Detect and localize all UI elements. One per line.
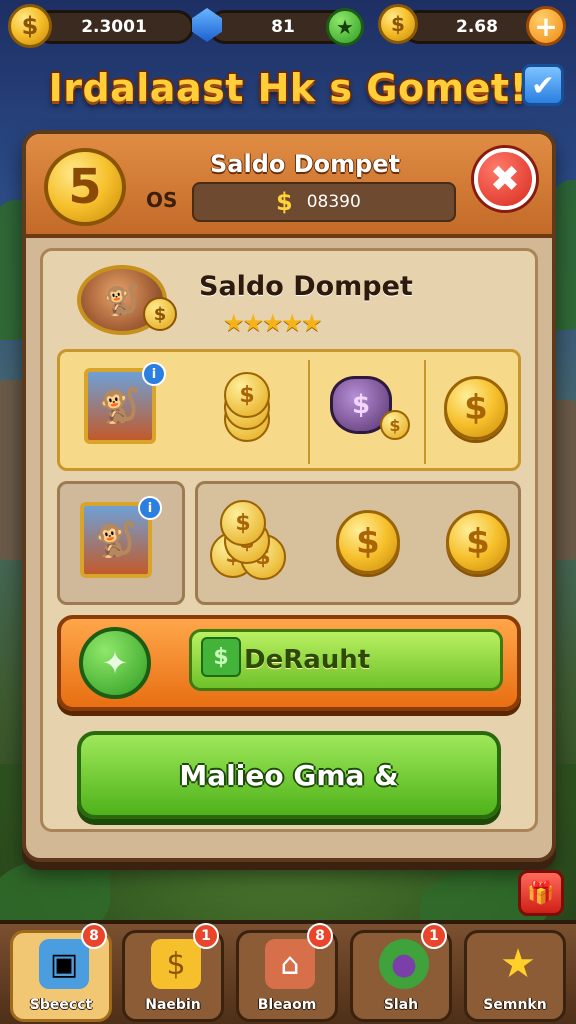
- wallet-content: 🐒 $ Saldo Dompet ★★★★★ 🐒 i $ $ $ $ $ $ 🐒…: [40, 248, 538, 832]
- star-icon[interactable]: ★: [326, 8, 364, 46]
- divider: [424, 360, 426, 464]
- nav-item-rank[interactable]: ★ Semnkn: [464, 930, 566, 1022]
- close-button[interactable]: ✖: [474, 148, 536, 210]
- coin-slots: $ $ $ $ $ $: [195, 481, 521, 605]
- checkmark-icon: ✔: [531, 68, 555, 102]
- coin-icon[interactable]: $: [336, 510, 400, 574]
- top-resource-bar: 2.3001 $ 81 ★ 2.68 $ +: [8, 4, 568, 48]
- info-badge-icon: i: [138, 496, 162, 520]
- nav-item-orb[interactable]: ● 1 Slah: [350, 923, 452, 1022]
- close-icon: ✖: [489, 158, 521, 200]
- coin-icon: $: [143, 297, 177, 331]
- nav-badge: 8: [307, 923, 333, 949]
- coin-icon: $: [220, 500, 266, 546]
- deposit-label: DeRauht: [244, 645, 371, 675]
- banner-title: Irdalaast Hk s Gomet!: [48, 66, 528, 110]
- play-label: Malieo Gma &: [179, 758, 399, 792]
- chest-icon: ▣: [39, 939, 89, 989]
- add-currency-button[interactable]: +: [526, 6, 566, 46]
- panel-title: Saldo Dompet: [210, 150, 401, 178]
- gift-icon: 🎁: [527, 880, 555, 906]
- balance-field: $ 08390: [192, 182, 456, 222]
- gift-button[interactable]: 🎁: [518, 870, 564, 916]
- nav-badge: 8: [81, 923, 107, 949]
- rating-stars: ★★★★★: [223, 309, 323, 337]
- bottom-navigation: ▣ 8 Sbeecct $ 1 Naebin ⌂ 8 Bleaom ● 1 Sl…: [0, 920, 576, 1024]
- divider: [308, 360, 310, 464]
- nav-badge: 1: [421, 923, 447, 949]
- gift-icon: ✦: [79, 627, 151, 699]
- nav-label: Bleaom: [257, 997, 317, 1013]
- reward-row-1: 🐒 i $ $ $ $ $ $: [57, 349, 521, 471]
- play-button[interactable]: Malieo Gma &: [77, 731, 501, 819]
- nav-label: Semnkn: [483, 997, 547, 1013]
- nav-label: Naebin: [145, 997, 201, 1013]
- nav-item-coins[interactable]: $ 1 Naebin: [122, 923, 224, 1022]
- nav-badge: 1: [193, 923, 219, 949]
- coin-badge-icon: 5: [44, 148, 126, 226]
- cash-icon: $: [201, 637, 241, 677]
- coin-icon: $: [378, 4, 418, 44]
- coins-counter: 2.3001: [34, 10, 194, 44]
- info-badge-icon: i: [142, 362, 166, 386]
- coin-stack-icon: $: [151, 939, 201, 989]
- nav-item-home[interactable]: ⌂ 8 Bleaom: [236, 923, 338, 1022]
- coin-icon[interactable]: $: [444, 376, 508, 440]
- currency-icon: $: [276, 188, 293, 216]
- deposit-button[interactable]: DeRauht $ ✦: [57, 615, 521, 711]
- nav-item-shop[interactable]: ▣ 8 Sbeecct: [10, 923, 112, 1022]
- coin-icon[interactable]: $: [446, 510, 510, 574]
- coin-icon: $: [224, 372, 270, 418]
- character-slot: 🐒 i: [57, 481, 185, 605]
- os-label: OS: [146, 188, 178, 212]
- nav-label: Slah: [383, 997, 419, 1013]
- confirm-button[interactable]: ✔: [522, 64, 564, 106]
- coin-icon: $: [380, 410, 410, 440]
- profile-title: Saldo Dompet: [199, 271, 413, 302]
- plus-icon: +: [534, 9, 558, 43]
- nav-label: Sbeecct: [29, 997, 93, 1013]
- badge-number: 5: [68, 159, 102, 215]
- coins-value: 2.3001: [81, 17, 147, 37]
- wallet-panel: 5 Saldo Dompet OS $ 08390 ✖ 🐒 $ Saldo Do…: [22, 130, 556, 862]
- balance-value: 08390: [306, 192, 361, 212]
- reward-row-2: 🐒 i $ $ $ $ $ $: [57, 481, 521, 605]
- coin-stack-icon[interactable]: $ $ $: [216, 370, 306, 442]
- panel-header: 5 Saldo Dompet OS $ 08390 ✖: [26, 134, 552, 238]
- house-icon: ⌂: [265, 939, 315, 989]
- coin-icon: $: [8, 4, 52, 48]
- coin-pile-icon[interactable]: $ $ $ $: [210, 500, 300, 580]
- orb-icon: ●: [379, 939, 429, 989]
- star-icon: ★: [500, 941, 536, 987]
